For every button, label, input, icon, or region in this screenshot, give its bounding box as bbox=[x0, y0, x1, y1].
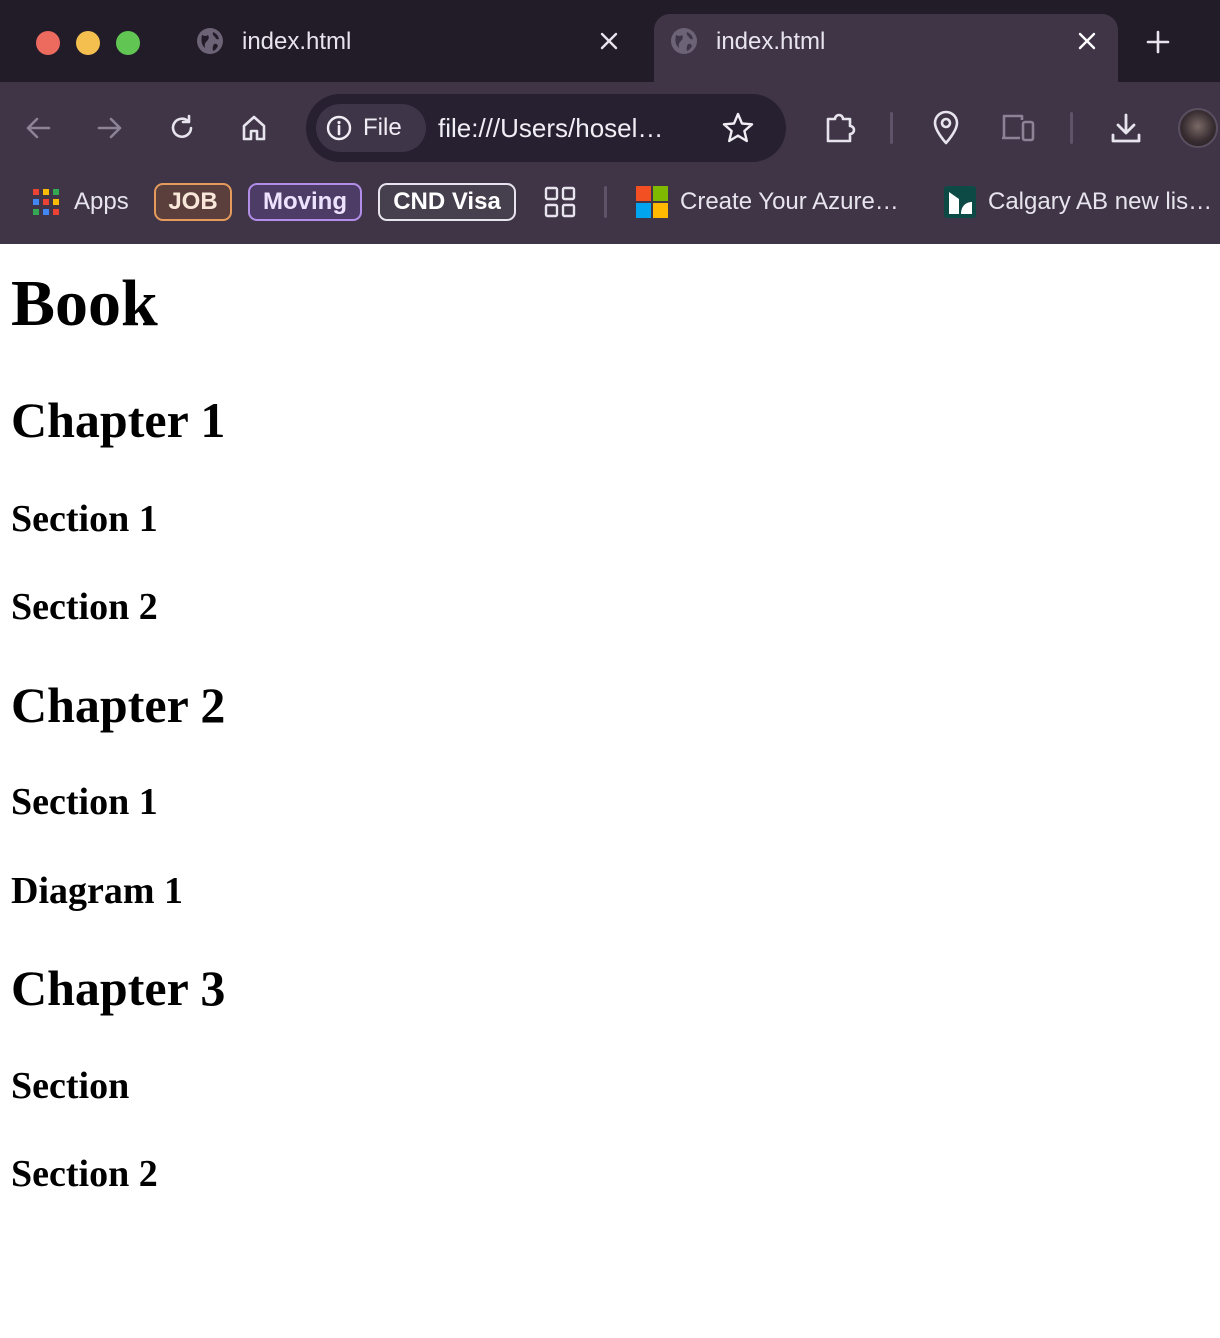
devices-icon bbox=[1002, 114, 1035, 142]
chapter-heading: Chapter 3 bbox=[11, 960, 226, 1016]
arrow-left-icon bbox=[26, 117, 51, 139]
diagram-heading: Diagram 1 bbox=[11, 870, 184, 912]
section-heading: Section 1 bbox=[11, 498, 158, 540]
globe-icon bbox=[671, 28, 697, 54]
reload-icon bbox=[171, 114, 193, 138]
reload-button[interactable] bbox=[162, 108, 202, 148]
extensions-button[interactable] bbox=[820, 108, 860, 148]
puzzle-icon bbox=[826, 113, 856, 143]
info-icon bbox=[326, 115, 352, 141]
site-info-label: File bbox=[363, 114, 402, 141]
tab-groups-icon bbox=[544, 186, 576, 218]
toolbar-separator bbox=[890, 112, 893, 144]
maximize-window-button[interactable] bbox=[116, 31, 140, 55]
page-title: Book bbox=[11, 267, 158, 340]
bookmark-calgary-listings[interactable]: Calgary AB new lis… bbox=[944, 182, 1212, 222]
profile-avatar[interactable] bbox=[1178, 108, 1218, 148]
bookmark-label: Calgary AB new lis… bbox=[988, 188, 1213, 215]
close-tab-icon[interactable] bbox=[594, 26, 624, 56]
realtor-logo-icon bbox=[944, 186, 976, 218]
tab-title: index.html bbox=[242, 28, 352, 55]
downloads-button[interactable] bbox=[1106, 108, 1146, 148]
page-content: Book Chapter 1 Section 1 Section 2 Chapt… bbox=[0, 244, 1220, 1338]
chapter-heading: Chapter 2 bbox=[11, 677, 226, 733]
chapter-heading: Chapter 1 bbox=[11, 392, 226, 448]
bookmark-create-azure[interactable]: Create Your Azure… bbox=[636, 182, 899, 222]
apps-bookmark[interactable]: Apps bbox=[32, 182, 129, 222]
tab-title: index.html bbox=[716, 28, 826, 55]
tab-groups-button[interactable] bbox=[544, 182, 576, 222]
bookmark-label: Create Your Azure… bbox=[680, 188, 899, 215]
bookmarks-separator bbox=[604, 186, 607, 218]
section-heading: Section 2 bbox=[11, 1153, 158, 1195]
tab-index-html-1[interactable]: index.html bbox=[180, 14, 640, 82]
browser-chrome: index.html index.html File file:///Users… bbox=[0, 0, 1220, 244]
site-info-chip[interactable]: File bbox=[316, 104, 426, 152]
bookmark-folder-cnd-visa[interactable]: CND Visa bbox=[378, 183, 516, 221]
close-tab-icon[interactable] bbox=[1072, 26, 1102, 56]
new-tab-button[interactable] bbox=[1140, 24, 1176, 60]
devices-button[interactable] bbox=[998, 108, 1038, 148]
apps-label: Apps bbox=[74, 188, 129, 215]
bookmark-folder-moving[interactable]: Moving bbox=[248, 183, 362, 221]
apps-grid-icon bbox=[33, 189, 59, 215]
microsoft-logo-icon bbox=[636, 186, 668, 218]
address-bar[interactable]: File file:///Users/hosel… bbox=[306, 94, 786, 162]
location-pin-icon bbox=[933, 110, 959, 145]
back-button[interactable] bbox=[18, 108, 58, 148]
bookmark-star-icon[interactable] bbox=[720, 110, 756, 146]
section-heading: Section 1 bbox=[11, 781, 158, 823]
bookmark-folder-job[interactable]: JOB bbox=[154, 183, 232, 221]
forward-button[interactable] bbox=[90, 108, 130, 148]
section-heading: Section bbox=[11, 1065, 130, 1107]
home-button[interactable] bbox=[234, 108, 274, 148]
tab-strip: index.html index.html bbox=[0, 0, 1220, 82]
tab-index-html-2[interactable]: index.html bbox=[654, 14, 1118, 82]
home-icon bbox=[242, 115, 266, 141]
plus-icon bbox=[1146, 30, 1170, 54]
download-icon bbox=[1111, 113, 1141, 143]
arrow-right-icon bbox=[97, 117, 122, 139]
minimize-window-button[interactable] bbox=[76, 31, 100, 55]
section-heading: Section 2 bbox=[11, 586, 158, 628]
toolbar-separator bbox=[1070, 112, 1073, 144]
globe-icon bbox=[197, 28, 223, 54]
close-window-button[interactable] bbox=[36, 31, 60, 55]
url-text[interactable]: file:///Users/hosel… bbox=[438, 112, 663, 144]
location-button[interactable] bbox=[926, 108, 966, 148]
